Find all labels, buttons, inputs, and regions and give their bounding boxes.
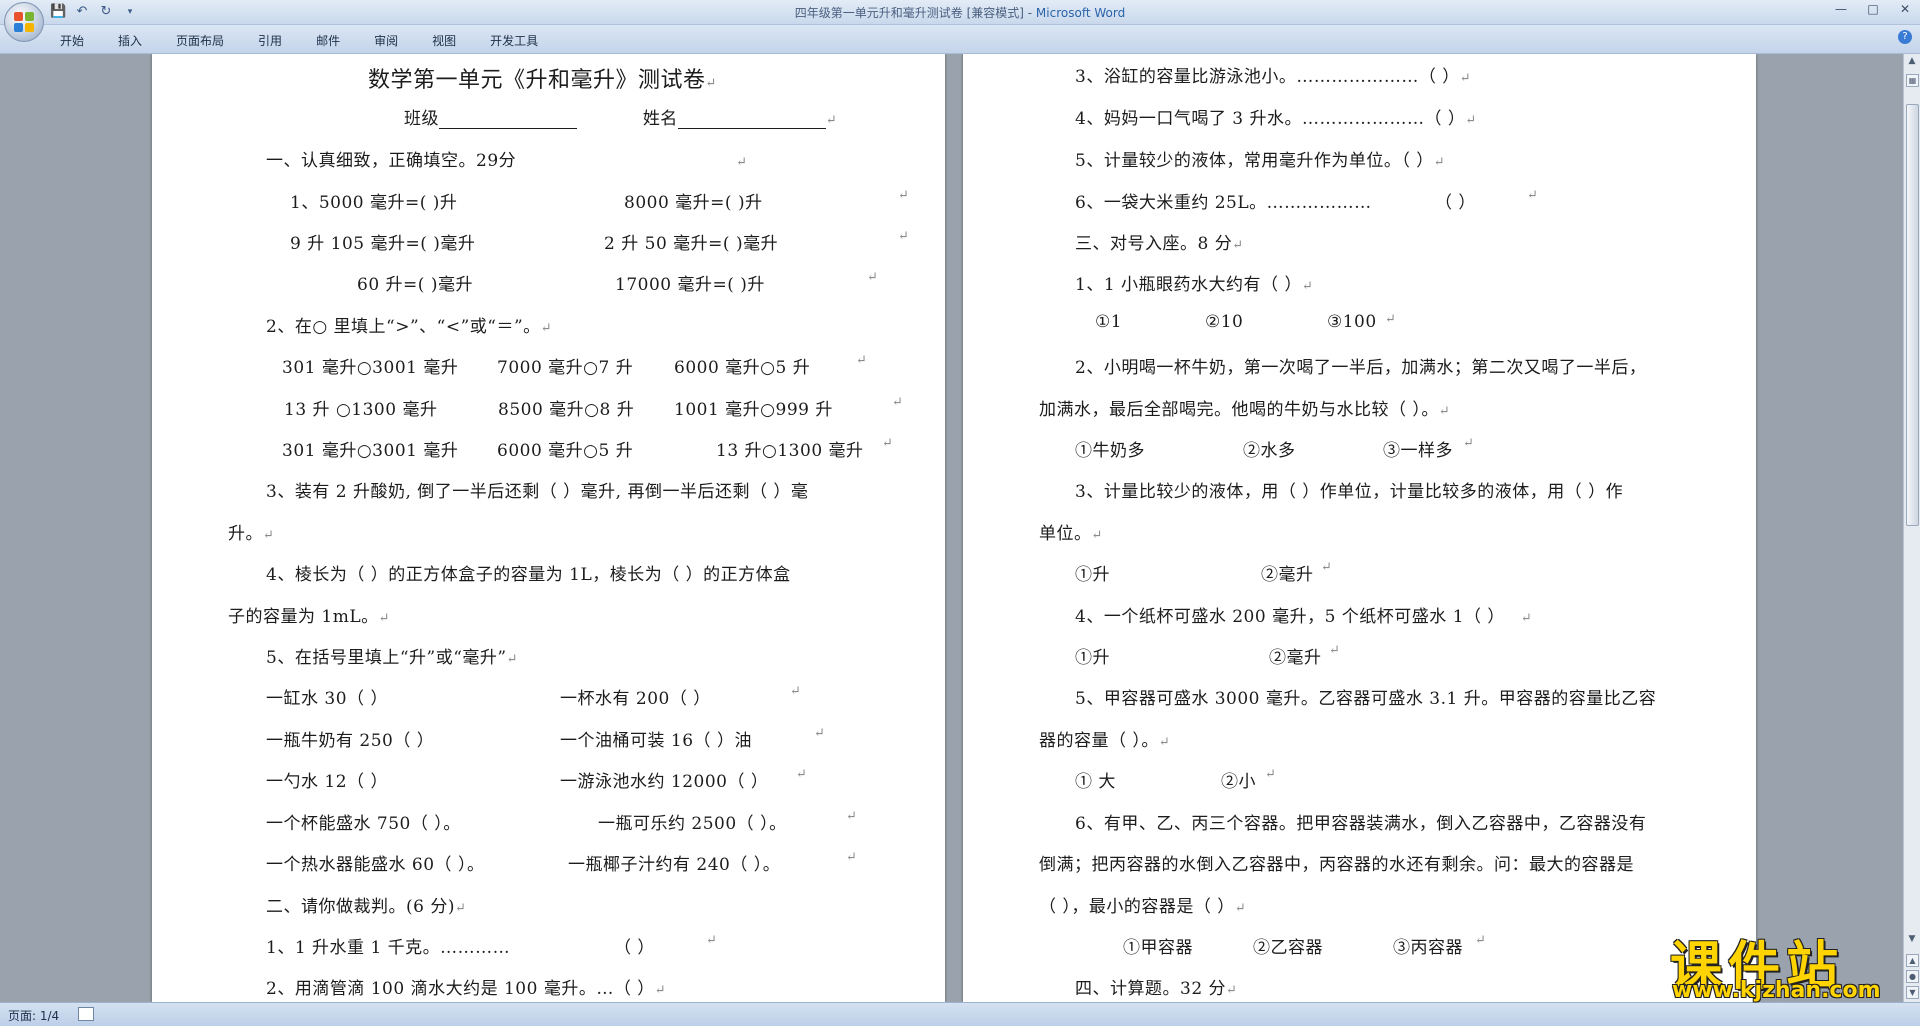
choice-6-line-3: （ ），最小的容器是（ ）↵ <box>1039 897 1247 917</box>
tab-mailings[interactable]: 邮件 <box>316 30 340 51</box>
tab-view[interactable]: 视图 <box>432 30 456 51</box>
judge-5: 5、计量较少的液体，常用毫升作为单位。（ ）↵ <box>1075 151 1446 171</box>
ribbon-tab-list: 开始 插入 页面布局 引用 邮件 审阅 视图 开发工具 <box>60 30 572 51</box>
choice-5-line-1: 5、甲容器可盛水 3000 毫升。乙容器可盛水 3.1 升。甲容器的容量比乙容 <box>1075 689 1657 709</box>
section-2-heading: 二、请你做裁判。(6 分)↵ <box>266 897 467 917</box>
window-title: 四年级第一单元升和毫升测试卷 [兼容模式] - Microsoft Word <box>0 4 1920 21</box>
office-button[interactable] <box>4 2 44 42</box>
tab-page-layout[interactable]: 页面布局 <box>176 30 224 51</box>
document-workspace: 数学第一单元《升和毫升》测试卷↵ 班级 姓名 ↵ 一、认真细致，正确填空。29分 ↵… <box>0 54 1904 1002</box>
status-bar: 页面: 1/4 <box>0 1002 1920 1026</box>
page-count[interactable]: 页面: 1/4 <box>8 1007 59 1024</box>
choice-6-line-1: 6、有甲、乙、丙三个容器。把甲容器装满水，倒入乙容器中，乙容器没有 <box>1075 814 1647 834</box>
choice-3-line-1: 3、计量比较少的液体，用（ ）作单位，计量比较多的液体，用（ ）作 <box>1075 482 1624 502</box>
scrollbar-thumb[interactable] <box>1906 104 1919 526</box>
scroll-up-icon[interactable]: ▲ <box>1904 56 1920 70</box>
title-bar: 💾 ↶ ↻ ▾ 四年级第一单元升和毫升测试卷 [兼容模式] - Microsof… <box>0 0 1920 25</box>
ruler-toggle-icon[interactable]: ▦ <box>1906 74 1919 87</box>
scroll-down-icon[interactable]: ▼ <box>1904 934 1920 948</box>
next-page-icon[interactable]: ▼ <box>1906 986 1919 999</box>
tab-references[interactable]: 引用 <box>258 30 282 51</box>
choice-6-line-2: 倒满；把丙容器的水倒入乙容器中，丙容器的水还有剩余。问：最大的容器是 <box>1039 855 1634 875</box>
minimize-icon[interactable]: — <box>1832 2 1850 16</box>
choice-1: 1、1 小瓶眼药水大约有（ ）↵ <box>1075 275 1314 295</box>
choice-5-line-2: 器的容量（ ）。↵ <box>1039 731 1171 751</box>
question-4-line-1: 4、棱长为（ ）的正方体盒子的容量为 1L，棱长为（ ）的正方体盒 <box>266 565 791 585</box>
ribbon-tabs: 开始 插入 页面布局 引用 邮件 审阅 视图 开发工具 ? <box>0 25 1920 54</box>
page-title: 数学第一单元《升和毫升》测试卷↵ <box>368 68 717 93</box>
help-icon[interactable]: ? <box>1898 30 1912 44</box>
tab-developer[interactable]: 开发工具 <box>490 30 538 51</box>
vertical-scrollbar[interactable]: ▲ ▦ ▼ ▲ ● ▼ <box>1903 54 1920 1002</box>
judge-4: 4、妈妈一口气喝了 3 升水。…………………（ ）↵ <box>1075 109 1477 129</box>
document-page-1[interactable]: 数学第一单元《升和毫升》测试卷↵ 班级 姓名 ↵ 一、认真细致，正确填空。29分 ↵… <box>152 54 945 1002</box>
judge-3: 3、浴缸的容量比游泳池小。…………………（ ）↵ <box>1075 67 1472 87</box>
previous-page-icon[interactable]: ▲ <box>1906 954 1919 967</box>
maximize-icon[interactable]: □ <box>1864 2 1882 16</box>
section-4-heading: 四、计算题。32 分↵ <box>1075 979 1238 999</box>
question-5: 5、在括号里填上“升”或“毫升”↵ <box>266 648 518 668</box>
class-name-line: 班级 姓名 ↵ <box>404 109 838 129</box>
choice-3-line-2: 单位。↵ <box>1039 524 1103 544</box>
question-4-line-2: 子的容量为 1mL。↵ <box>228 607 391 627</box>
document-page-2[interactable]: 3、浴缸的容量比游泳池小。…………………（ ）↵ 4、妈妈一口气喝了 3 升水。… <box>963 54 1756 1002</box>
tab-review[interactable]: 审阅 <box>374 30 398 51</box>
class-label: 班级 <box>404 109 439 129</box>
watermark-url: www.kjzhan.com <box>1672 978 1881 1003</box>
close-icon[interactable]: ✕ <box>1896 2 1914 16</box>
question-2: 2、在○ 里填上“>”、“<”或“＝”。↵ <box>266 317 553 337</box>
section-3-heading: 三、对号入座。8 分↵ <box>1075 234 1244 254</box>
question-3-line-1: 3、装有 2 升酸奶, 倒了一半后还剩（ ）毫升, 再倒一半后还剩（ ）毫 <box>266 482 809 502</box>
choice-4: 4、一个纸杯可盛水 200 毫升，5 个纸杯可盛水 1（ ） ↵ <box>1075 607 1533 627</box>
name-label: 姓名 <box>642 109 678 129</box>
window-controls: — □ ✕ <box>1832 2 1914 16</box>
choice-2-line-2: 加满水，最后全部喝完。他喝的牛奶与水比较（ ）。↵ <box>1039 400 1451 420</box>
tab-insert[interactable]: 插入 <box>118 30 142 51</box>
site-watermark: 课件站 www.kjzhan.com <box>1670 924 1900 1003</box>
app-name: Microsoft Word <box>1035 6 1126 20</box>
office-logo-icon <box>14 12 34 32</box>
section-1-heading: 一、认真细致，正确填空。29分 ↵ <box>266 151 748 171</box>
proofing-icon[interactable] <box>78 1007 94 1021</box>
tab-home[interactable]: 开始 <box>60 30 84 51</box>
choice-2-line-1: 2、小明喝一杯牛奶，第一次喝了一半后，加满水；第二次又喝了一半后， <box>1075 358 1647 378</box>
judge-2: 2、用滴管滴 100 滴水大约是 100 毫升。…（ ）↵ <box>266 979 667 999</box>
question-3-line-2: 升。↵ <box>228 524 275 544</box>
document-title: 四年级第一单元升和毫升测试卷 [兼容模式] - <box>794 6 1036 20</box>
browse-object-icon[interactable]: ● <box>1906 970 1919 983</box>
